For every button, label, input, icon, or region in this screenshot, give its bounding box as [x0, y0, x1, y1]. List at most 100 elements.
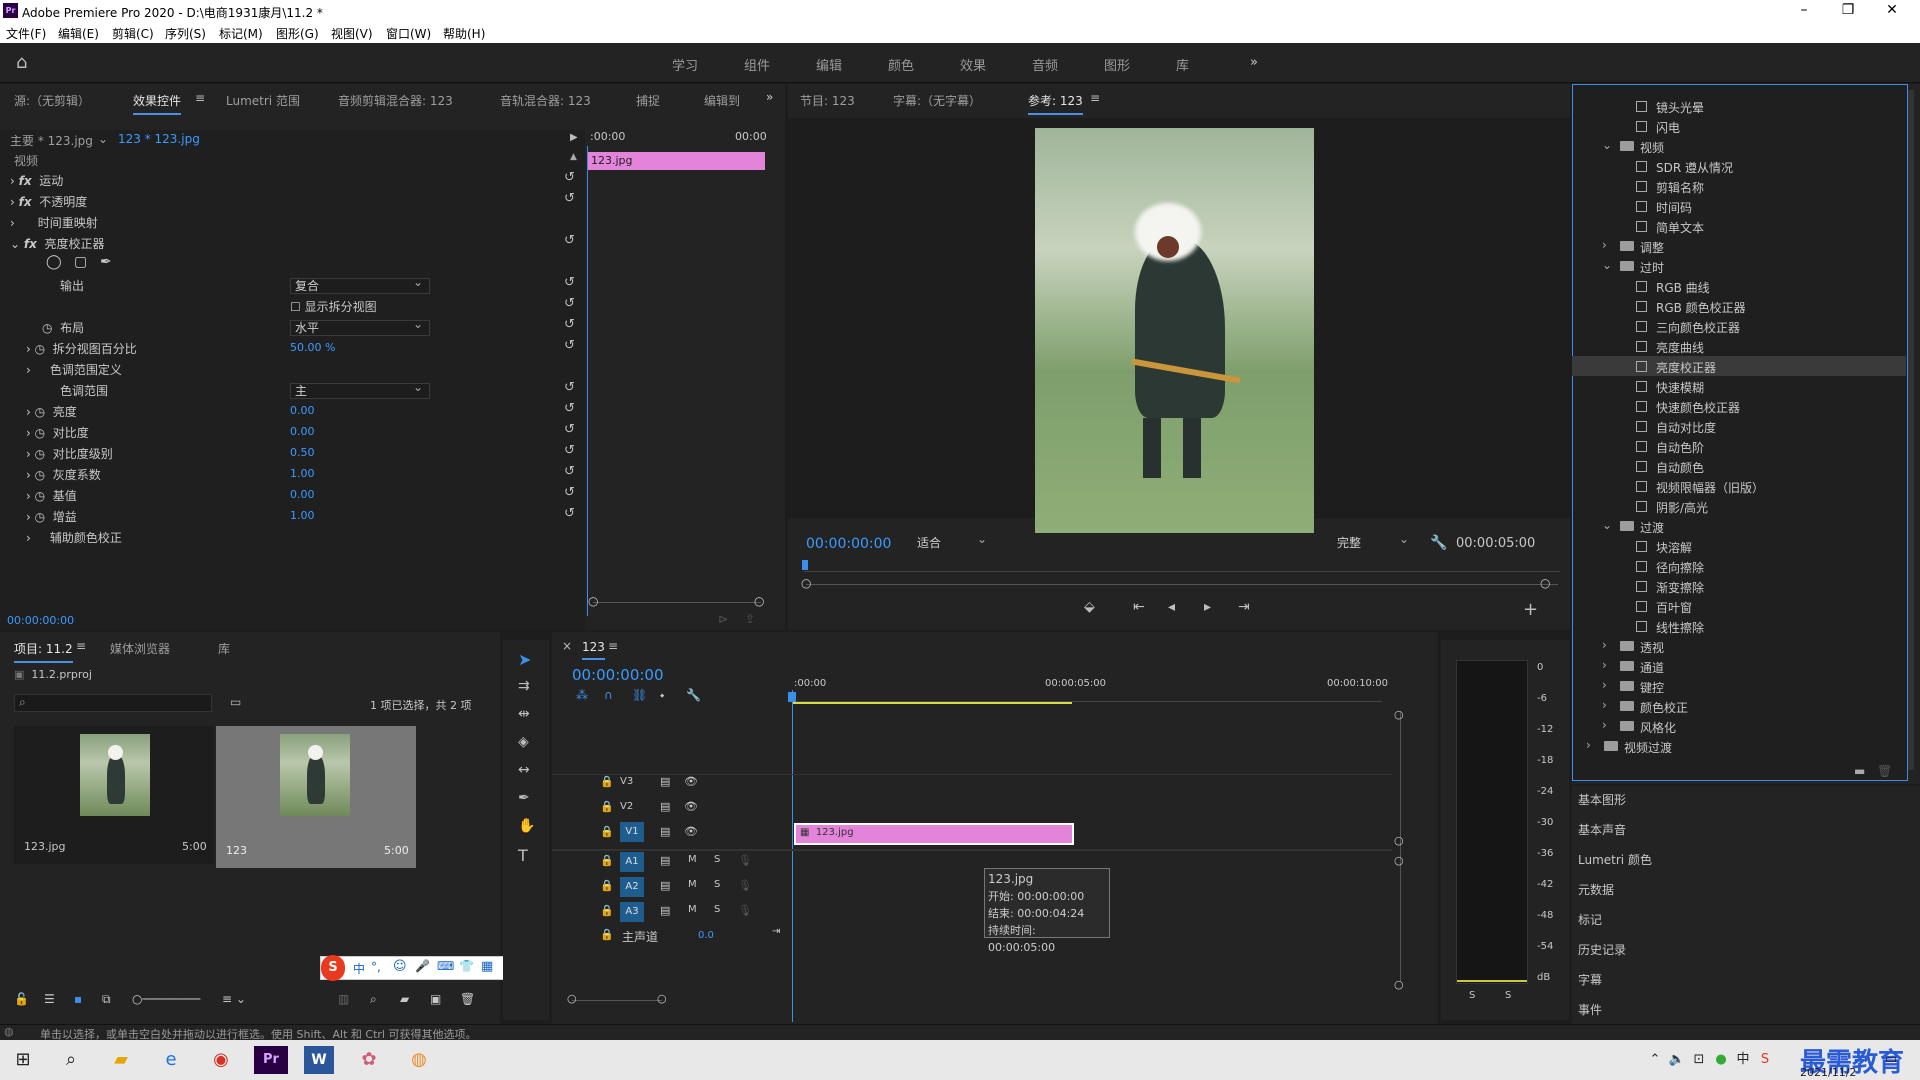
- hand-tool-icon[interactable]: ✋: [518, 818, 535, 834]
- toggle-sync-icon[interactable]: ▤: [660, 904, 670, 924]
- effects-tree-item[interactable]: 百叶窗: [1572, 596, 1906, 616]
- tab-edit-to-tape[interactable]: 编辑到: [704, 92, 740, 109]
- automate-icon[interactable]: ▥: [338, 992, 349, 1012]
- panel-lumetri-color[interactable]: Lumetri 颜色: [1578, 851, 1652, 868]
- playhead-handle[interactable]: [788, 692, 796, 702]
- effects-tree-item[interactable]: › 风格化: [1572, 716, 1906, 736]
- effects-tree-item[interactable]: 视频限幅器（旧版）: [1572, 476, 1906, 496]
- menu-view[interactable]: 视图(V): [331, 25, 373, 42]
- split-percent-value[interactable]: 50.00 %: [290, 341, 335, 361]
- pen-mask-icon[interactable]: ✒: [100, 254, 112, 274]
- menu-marker[interactable]: 标记(M): [219, 25, 263, 42]
- chevron-right-icon[interactable]: ›: [1586, 738, 1591, 752]
- new-bin-icon[interactable]: ▰: [400, 992, 409, 1012]
- param-value[interactable]: 1.00: [290, 467, 315, 487]
- track-lock-icon[interactable]: 🔒: [600, 904, 614, 924]
- timeline-timecode[interactable]: 00:00:00:00: [572, 666, 664, 686]
- master-volume[interactable]: 0.0: [698, 930, 714, 950]
- zoom-slider[interactable]: ○────────: [132, 992, 200, 1012]
- menu-help[interactable]: 帮助(H): [443, 25, 485, 42]
- menu-edit[interactable]: 编辑(E): [58, 25, 99, 42]
- reset-output-icon[interactable]: ↺: [564, 275, 575, 290]
- add-marker-icon[interactable]: ⬩: [660, 688, 664, 708]
- timeline-clip[interactable]: ▦ 123.jpg: [794, 823, 1074, 845]
- project-item[interactable]: 123.jpg 5:00: [14, 726, 214, 864]
- menu-file[interactable]: 文件(F): [6, 25, 46, 42]
- effects-tree-item[interactable]: 镜头光晕: [1572, 96, 1906, 116]
- export-frame-icon[interactable]: ⇪: [745, 612, 755, 632]
- type-tool-icon[interactable]: T: [518, 846, 528, 865]
- param-gain[interactable]: › ◷ 增益: [26, 508, 77, 528]
- ime-punct[interactable]: °,: [371, 960, 381, 974]
- reset-param-icon[interactable]: ↺: [564, 401, 575, 416]
- reset-motion-icon[interactable]: ↺: [564, 170, 575, 185]
- effects-tree-item[interactable]: › 颜色校正: [1572, 696, 1906, 716]
- effects-tree-item[interactable]: › 键控: [1572, 676, 1906, 696]
- effects-tree-item[interactable]: ⌄ 过渡: [1572, 516, 1906, 536]
- ime-skin-icon[interactable]: 👕: [459, 959, 474, 973]
- chevron-right-icon[interactable]: ›: [1602, 638, 1607, 652]
- reset-param-icon[interactable]: ↺: [564, 485, 575, 500]
- sogou-logo-icon[interactable]: S: [321, 955, 345, 981]
- track-lock-icon[interactable]: 🔒: [600, 879, 614, 899]
- toggle-sync-icon[interactable]: ▤: [660, 879, 670, 899]
- voice-over-icon[interactable]: 🎙: [738, 854, 752, 874]
- more-workspaces-icon[interactable]: »: [1250, 55, 1258, 70]
- video-preview[interactable]: [1035, 128, 1314, 533]
- workspace-libraries[interactable]: 库: [1176, 55, 1189, 74]
- mute-button[interactable]: M: [688, 854, 697, 874]
- effects-tree-item[interactable]: 线性擦除: [1572, 616, 1906, 636]
- slip-tool-icon[interactable]: ↔: [518, 762, 530, 778]
- edge-icon[interactable]: e: [156, 1046, 186, 1074]
- chevron-right-icon[interactable]: ›: [1602, 698, 1607, 712]
- word-icon[interactable]: W: [304, 1046, 334, 1074]
- effects-tree-item[interactable]: 阴影/高光: [1572, 496, 1906, 516]
- effects-tree-item[interactable]: 亮度校正器: [1572, 356, 1906, 376]
- solo-button[interactable]: S: [714, 904, 720, 924]
- fx-opacity[interactable]: › fx 不透明度: [10, 193, 87, 213]
- track-lock-icon[interactable]: 🔒: [600, 928, 614, 948]
- tab-reference[interactable]: 参考: 123: [1028, 92, 1083, 115]
- app-icon[interactable]: ◍: [404, 1046, 434, 1074]
- chrome-icon[interactable]: ◉: [206, 1046, 236, 1074]
- effects-tree-item[interactable]: › 通道: [1572, 656, 1906, 676]
- workspace-editing[interactable]: 编辑: [816, 55, 842, 74]
- param-pedestal[interactable]: › ◷ 基值: [26, 487, 77, 507]
- tab-program[interactable]: 节目: 123: [800, 92, 855, 109]
- timeline-playhead[interactable]: [792, 690, 793, 1022]
- chevron-down-icon[interactable]: ⌄: [1602, 258, 1612, 272]
- quality-dropdown[interactable]: 完整: [1333, 532, 1415, 552]
- track-select-tool-icon[interactable]: ⇉: [518, 678, 530, 694]
- zoom-handle-left[interactable]: ○: [588, 594, 598, 614]
- program-scrollbar[interactable]: [806, 584, 1558, 585]
- effects-tree-item[interactable]: ⌄ 过时: [1572, 256, 1906, 276]
- menu-sequence[interactable]: 序列(S): [165, 25, 206, 42]
- workspace-effects[interactable]: 效果: [960, 55, 986, 74]
- minimize-button[interactable]: –: [1782, 0, 1826, 22]
- tab-project[interactable]: 项目: 11.2: [14, 640, 73, 663]
- clear-icon[interactable]: 🗑: [460, 992, 475, 1012]
- effects-tree-item[interactable]: SDR 遵从情况: [1572, 156, 1906, 176]
- param-contrast-level[interactable]: › ◷ 对比度级别: [26, 445, 113, 465]
- panel-essential-graphics[interactable]: 基本图形: [1578, 791, 1626, 808]
- param-brightness[interactable]: › ◷ 亮度: [26, 403, 77, 423]
- chevron-down-icon[interactable]: ⌄: [1602, 518, 1612, 532]
- toggle-sync-icon[interactable]: ▤: [660, 775, 670, 795]
- snap-icon[interactable]: ∩: [604, 688, 613, 708]
- delete-icon[interactable]: 🗑: [1877, 764, 1892, 784]
- ellipse-mask-icon[interactable]: ◯: [46, 254, 62, 274]
- scroll-handle-right[interactable]: ○: [1540, 576, 1550, 596]
- ime-chinese-mode[interactable]: 中: [353, 960, 365, 977]
- clip-dropdown-icon[interactable]: ⌄: [98, 132, 108, 152]
- secondary-color-row[interactable]: › 辅助颜色校正: [26, 529, 122, 549]
- panel-menu-icon[interactable]: ≡: [76, 639, 86, 653]
- effects-tree-item[interactable]: 快速颜色校正器: [1572, 396, 1906, 416]
- fx-luma-corrector[interactable]: ⌄ fx 亮度校正器: [10, 235, 105, 255]
- menu-window[interactable]: 窗口(W): [386, 25, 431, 42]
- toggle-sync-icon[interactable]: ▤: [660, 825, 670, 845]
- effects-tree-item[interactable]: 自动对比度: [1572, 416, 1906, 436]
- track-label-a2[interactable]: A2: [620, 877, 644, 897]
- track-lock-icon[interactable]: 🔒: [600, 825, 614, 845]
- menu-clip[interactable]: 剪辑(C): [112, 25, 154, 42]
- more-tabs-icon[interactable]: »: [766, 90, 773, 104]
